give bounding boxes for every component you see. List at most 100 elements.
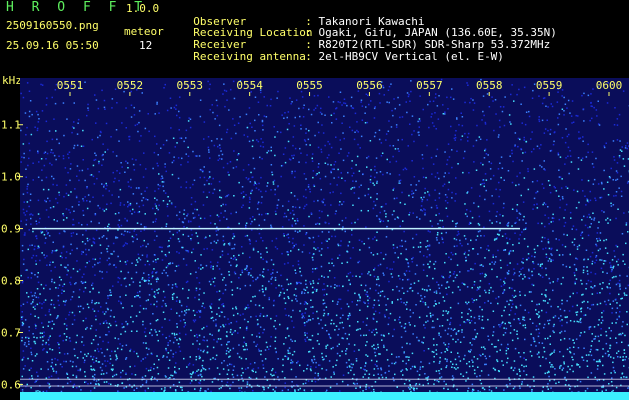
noise-dot [71, 131, 73, 134]
noise-dot [47, 232, 49, 234]
noise-dot [270, 189, 272, 191]
noise-dot [141, 277, 144, 279]
noise-dot [420, 196, 422, 199]
noise-dot [541, 263, 543, 265]
noise-dot [357, 299, 359, 302]
noise-dot [341, 122, 343, 124]
noise-dot [511, 287, 513, 290]
noise-dot [320, 254, 323, 256]
noise-dot [307, 138, 310, 141]
noise-dot [603, 169, 605, 172]
noise-dot [228, 174, 230, 176]
noise-dot [66, 217, 68, 219]
noise-dot [473, 299, 475, 302]
noise-dot [331, 168, 334, 170]
noise-dot [344, 332, 347, 335]
noise-dot [267, 150, 270, 152]
noise-dot [586, 270, 589, 272]
noise-dot [436, 105, 439, 107]
noise-dot [123, 277, 126, 280]
noise-dot [519, 356, 522, 358]
noise-dot [266, 251, 268, 253]
noise-dot [45, 104, 48, 106]
noise-dot [538, 351, 540, 354]
noise-dot [210, 140, 213, 142]
noise-dot [564, 163, 566, 165]
noise-dot [162, 311, 165, 313]
noise-dot [350, 167, 353, 170]
noise-dot [90, 325, 93, 327]
noise-dot [599, 232, 602, 234]
noise-dot [164, 192, 167, 194]
noise-dot [346, 261, 349, 264]
noise-dot [68, 151, 71, 153]
noise-dot [367, 193, 370, 196]
noise-dot [562, 355, 565, 358]
noise-dot [431, 173, 433, 175]
noise-dot [178, 368, 180, 370]
noise-dot [69, 360, 72, 362]
noise-dot [296, 362, 298, 364]
noise-dot [264, 358, 267, 360]
noise-dot [463, 336, 465, 338]
noise-dot [498, 181, 500, 184]
noise-dot [141, 278, 143, 281]
noise-dot [55, 197, 57, 200]
noise-dot [323, 309, 325, 311]
noise-dot [203, 339, 206, 342]
noise-dot [425, 246, 427, 248]
noise-dot [467, 243, 469, 245]
noise-dot [271, 276, 273, 279]
noise-dot [31, 214, 34, 216]
noise-dot [573, 263, 576, 266]
noise-dot [433, 326, 435, 329]
noise-dot [571, 122, 573, 124]
noise-dot [447, 311, 450, 313]
noise-dot [538, 315, 541, 317]
noise-dot [298, 107, 300, 110]
noise-dot [364, 369, 366, 371]
noise-dot [68, 314, 70, 316]
noise-dot [37, 390, 39, 392]
noise-dot [421, 157, 424, 160]
noise-dot [259, 274, 261, 276]
noise-dot [171, 287, 174, 289]
noise-dot [200, 370, 202, 373]
noise-dot [99, 244, 102, 246]
noise-dot [114, 337, 116, 339]
noise-dot [214, 118, 216, 120]
noise-dot [432, 163, 435, 165]
noise-dot [375, 348, 377, 350]
noise-dot [472, 268, 474, 271]
noise-dot [605, 142, 607, 144]
noise-dot [35, 390, 37, 392]
noise-dot [279, 323, 281, 326]
noise-dot [521, 364, 523, 366]
noise-dot [302, 116, 305, 118]
noise-dot [271, 374, 273, 377]
noise-dot [416, 387, 418, 390]
noise-dot [208, 149, 210, 151]
noise-dot [564, 221, 567, 224]
noise-dot [66, 382, 69, 385]
noise-dot [314, 372, 317, 374]
noise-dot [365, 324, 368, 326]
noise-dot [223, 89, 226, 92]
noise-dot [508, 252, 511, 254]
noise-dot [123, 326, 125, 328]
noise-dot [404, 323, 407, 325]
noise-dot [228, 242, 231, 244]
noise-dot [508, 270, 510, 272]
noise-dot [235, 258, 238, 261]
noise-dot [517, 318, 520, 320]
noise-dot [255, 345, 257, 347]
noise-dot [468, 172, 470, 174]
noise-dot [201, 305, 203, 307]
noise-dot [215, 242, 218, 244]
noise-dot [543, 326, 545, 329]
noise-dot [208, 367, 211, 370]
noise-dot [499, 278, 502, 281]
noise-dot [426, 199, 429, 201]
noise-dot [446, 196, 448, 198]
noise-dot [261, 213, 263, 216]
